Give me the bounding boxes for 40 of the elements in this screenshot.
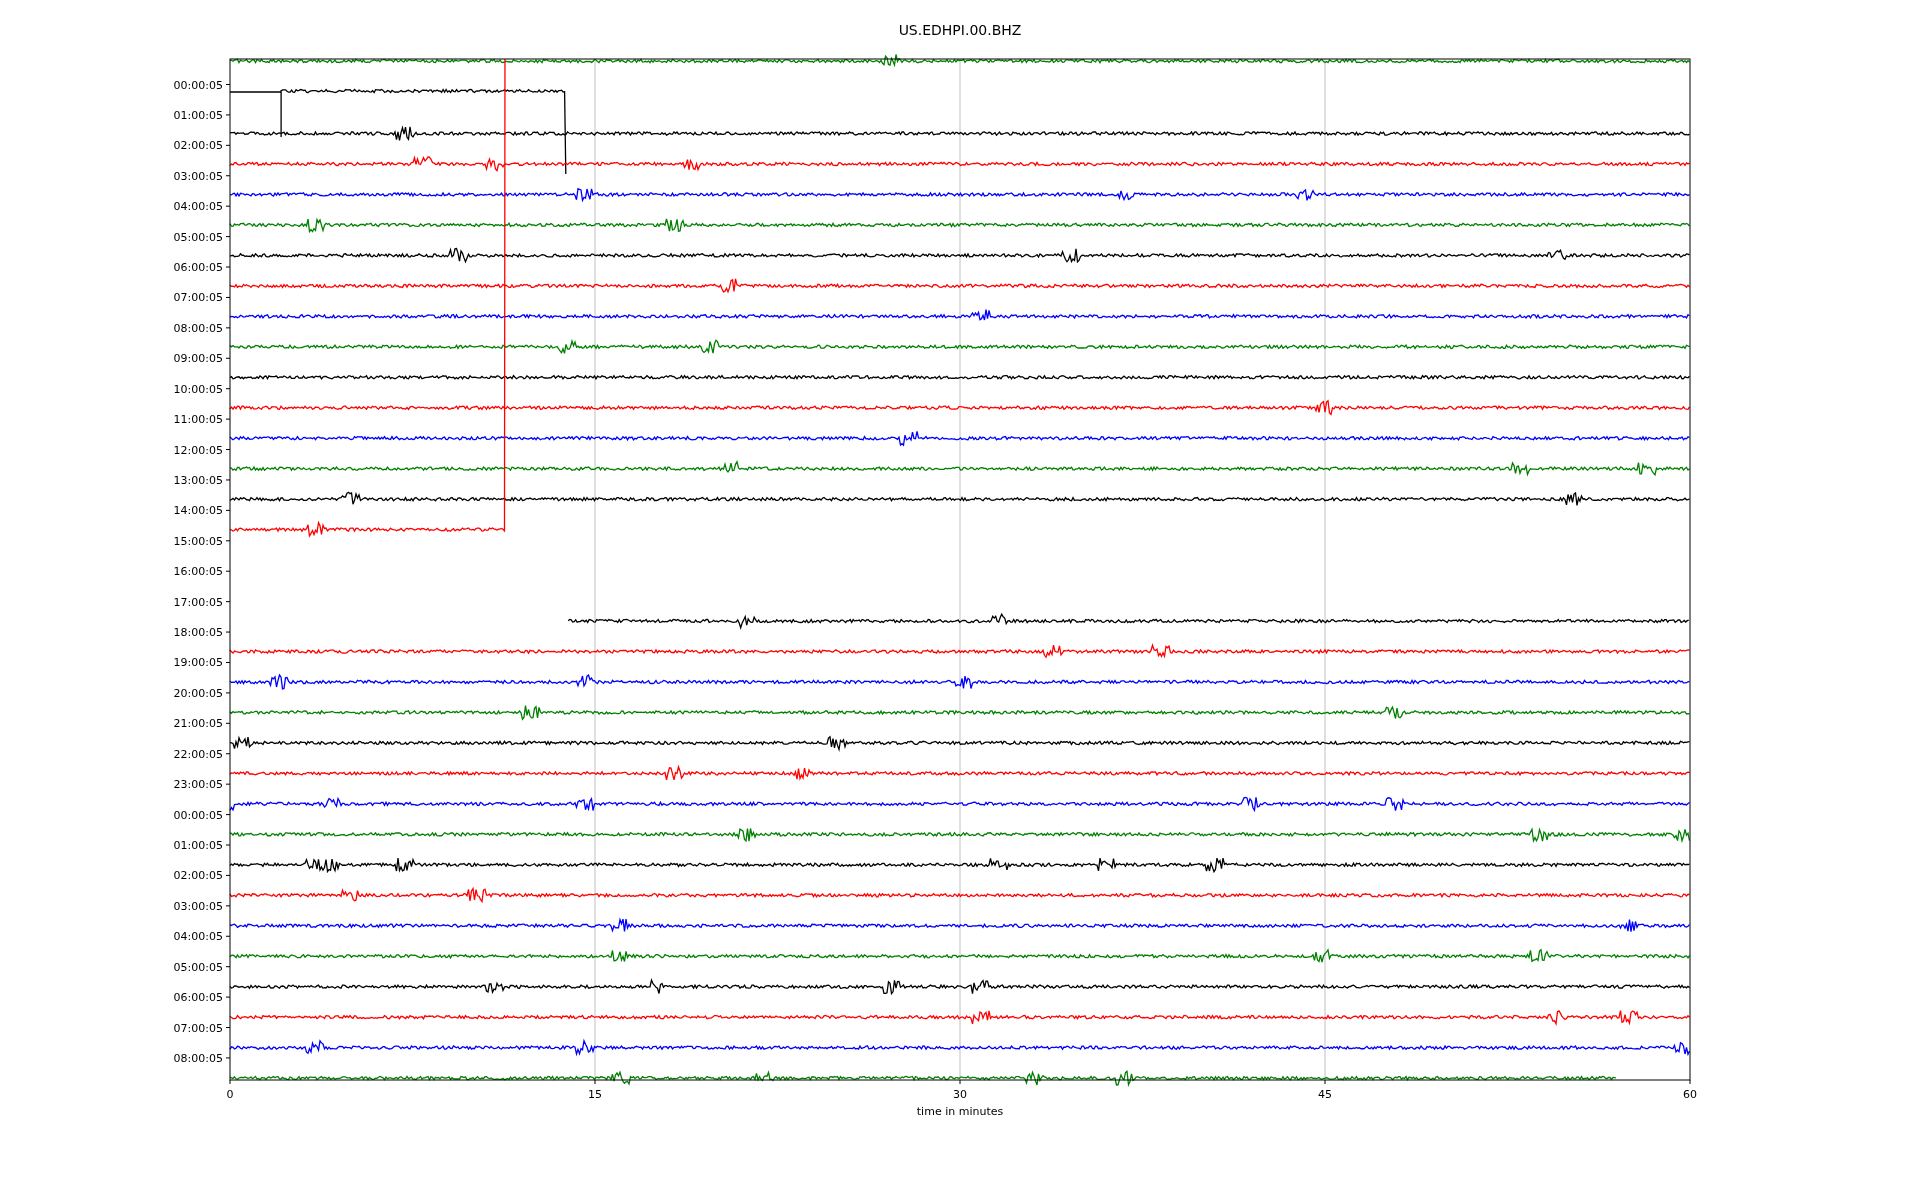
time-label: 02:00:05	[173, 139, 223, 153]
time-label: 22:00:05	[173, 747, 223, 761]
time-label: 06:00:05	[173, 991, 223, 1005]
time-label: 19:00:05	[173, 656, 223, 670]
time-label: 15:00:05	[173, 534, 223, 548]
time-label: 07:00:05	[173, 291, 223, 305]
time-label: 23:00:05	[173, 778, 223, 792]
time-label: 14:00:05	[173, 504, 223, 518]
time-label: 06:00:05	[173, 261, 223, 274]
axis-tick-label: 15	[588, 1088, 602, 1101]
axis-title: time in minutes	[916, 1105, 1004, 1118]
time-label: 03:00:05	[173, 169, 223, 183]
time-label: 04:00:05	[173, 200, 223, 214]
time-label: 00:00:05	[173, 78, 223, 92]
time-label: 09:00:05	[173, 352, 223, 366]
time-label: 11:00:05	[173, 413, 223, 427]
chart-title: US.EDHPI.00.BHZ	[898, 22, 1022, 38]
time-label: 05:00:05	[173, 230, 223, 244]
time-label: 00:00:05	[173, 808, 223, 822]
time-label: 07:00:05	[173, 1021, 223, 1035]
time-label: 21:00:05	[173, 717, 223, 731]
axis-tick-label: 0	[226, 1088, 234, 1101]
time-label: 12:00:05	[173, 443, 223, 457]
time-label: 02:00:05	[173, 869, 223, 883]
time-label: 13:00:05	[173, 473, 223, 487]
time-label: 16:00:05	[173, 565, 223, 579]
time-label: 10:00:05	[173, 382, 223, 396]
time-label: 08:00:05	[173, 321, 223, 335]
time-label: 17:00:05	[173, 595, 223, 609]
axis-tick-label: 45	[1318, 1088, 1332, 1101]
axis-tick-label: 60	[1683, 1088, 1697, 1101]
time-label: 08:00:05	[173, 1051, 223, 1065]
time-label: 03:00:05	[173, 899, 223, 913]
axis-tick-label: 30	[953, 1088, 967, 1101]
time-label: 18:00:05	[173, 626, 223, 640]
time-label: 01:00:05	[173, 108, 223, 122]
time-label: 01:00:05	[173, 839, 223, 852]
time-label: 20:00:05	[173, 686, 223, 700]
time-label: 04:00:05	[173, 930, 223, 944]
time-label: 05:00:05	[173, 960, 223, 974]
